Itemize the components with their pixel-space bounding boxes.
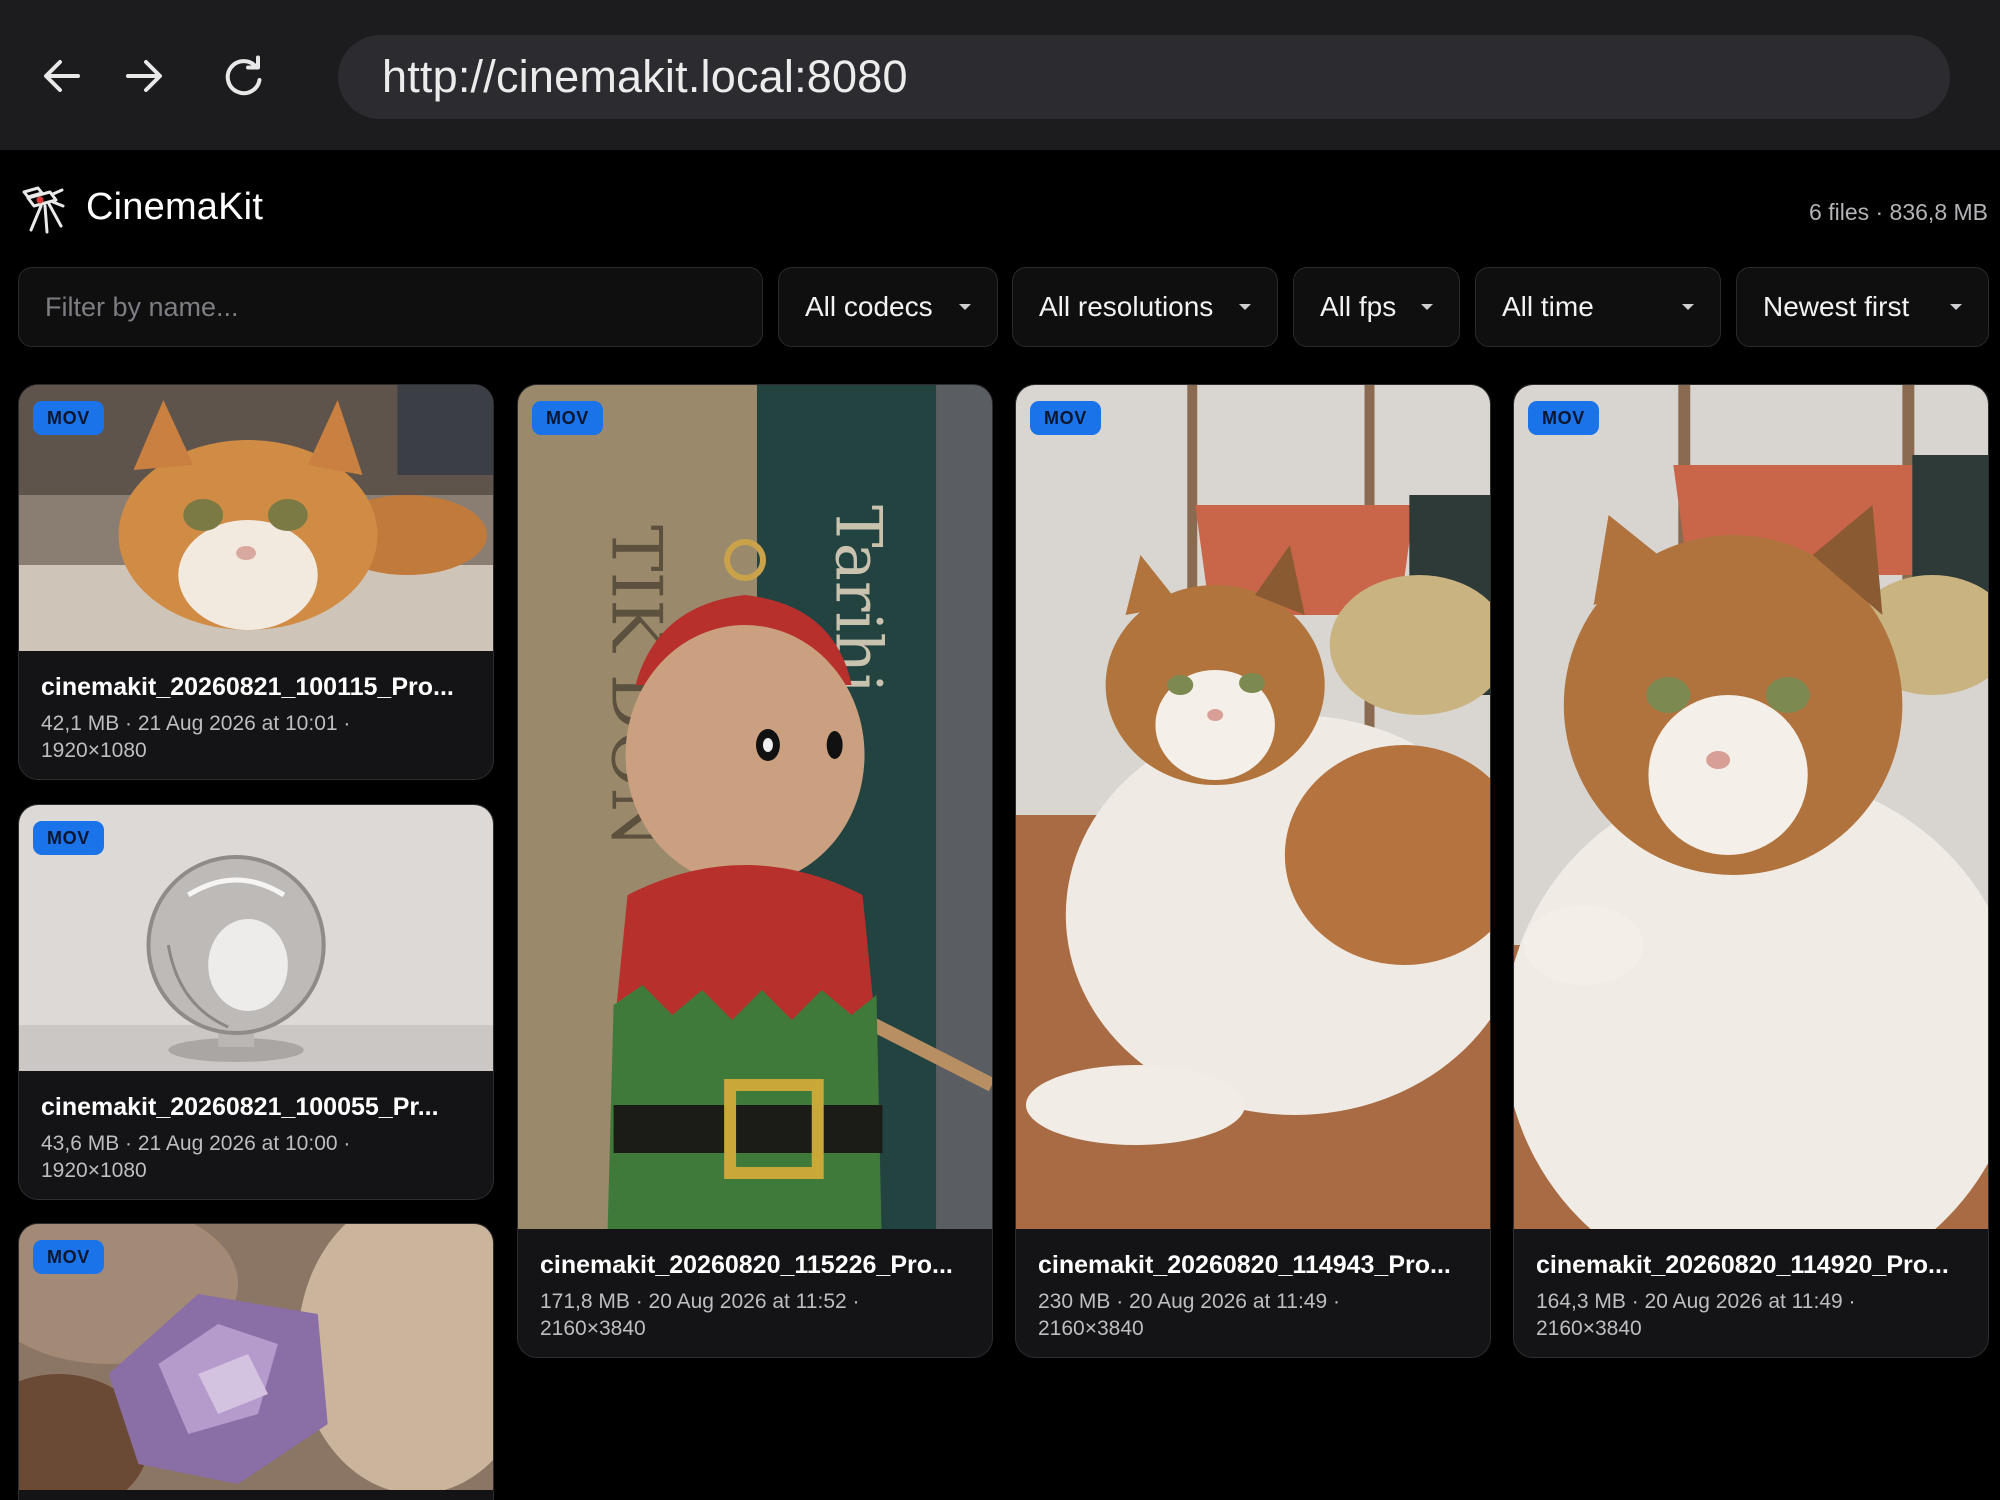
chevron-down-icon — [1950, 304, 1962, 310]
app-title: CinemaKit — [86, 186, 264, 228]
file-size-date: 42,1 MB · 21 Aug 2026 at 10:01 · — [41, 712, 351, 735]
filter-search-input[interactable] — [18, 267, 763, 347]
file-meta: 230 MB · 20 Aug 2026 at 11:49 · 2160×384… — [1038, 1288, 1472, 1342]
address-bar[interactable]: http://cinemakit.local:8080 — [338, 35, 1950, 119]
codec-badge: MOV — [532, 401, 603, 435]
file-meta: 42,1 MB · 21 Aug 2026 at 10:01 · 1920×10… — [41, 710, 475, 764]
codec-badge: MOV — [33, 401, 104, 435]
chevron-down-icon — [1421, 304, 1433, 310]
codec-badge: MOV — [33, 821, 104, 855]
codec-select[interactable]: All codecs — [778, 267, 998, 347]
arrow-left-icon — [44, 60, 80, 92]
reload-icon — [225, 55, 262, 96]
file-resolution: 2160×3840 — [1536, 1317, 1642, 1340]
sort-select-label: Newest first — [1763, 291, 1910, 322]
file-name: cinemakit_20260820_114920_Pro... — [1536, 1251, 1949, 1279]
chevron-down-icon — [959, 304, 971, 310]
codec-badge: MOV — [1528, 401, 1599, 435]
file-resolution: 1920×1080 — [41, 1159, 147, 1182]
resolution-select[interactable]: All resolutions — [1012, 267, 1278, 347]
codec-badge: MOV — [1030, 401, 1101, 435]
file-name: cinemakit_20260820_114943_Pro... — [1038, 1251, 1451, 1279]
camera-tripod-icon — [22, 186, 65, 234]
file-name: cinemakit_20260820_115226_Pro... — [540, 1251, 953, 1279]
video-card[interactable]: MOV cinemakit_20260820_114920_Pro... 164… — [1513, 384, 1989, 1358]
codec-badge: MOV — [33, 1240, 104, 1274]
video-card[interactable]: MOV cinemakit_20260820_114943_Pro... 230… — [1015, 384, 1491, 1358]
time-select-label: All time — [1502, 291, 1594, 322]
video-thumbnail — [1514, 385, 1988, 1229]
file-size-date: 43,6 MB · 21 Aug 2026 at 10:00 · — [41, 1132, 351, 1155]
file-size-date: 171,8 MB · 20 Aug 2026 at 11:52 · — [540, 1290, 860, 1313]
reload-button[interactable] — [212, 44, 276, 108]
file-size-date: 164,3 MB · 20 Aug 2026 at 11:49 · — [1536, 1290, 1856, 1313]
fps-select[interactable]: All fps — [1293, 267, 1460, 347]
url-text: http://cinemakit.local:8080 — [382, 51, 908, 102]
time-select[interactable]: All time — [1475, 267, 1721, 347]
video-thumbnail — [1016, 385, 1490, 1229]
files-summary: 6 files · 836,8 MB — [1809, 199, 1988, 225]
file-name: cinemakit_20260821_100115_Pro... — [41, 673, 454, 701]
chevron-down-icon — [1239, 304, 1251, 310]
codec-select-label: All codecs — [805, 291, 933, 322]
video-card[interactable]: MOV cinemakit_20260821_100055_Pr... 43,6… — [18, 804, 494, 1200]
fps-select-label: All fps — [1320, 291, 1397, 322]
video-card[interactable]: MOV — [18, 1223, 494, 1500]
file-name: cinemakit_20260821_100055_Pr... — [41, 1093, 439, 1121]
back-button[interactable] — [30, 44, 94, 108]
resolution-select-label: All resolutions — [1039, 291, 1214, 322]
file-resolution: 1920×1080 — [41, 739, 147, 762]
video-card[interactable]: MOV cinemakit_20260821_100115_Pro... 42,… — [18, 384, 494, 780]
video-thumbnail: TIK DON Tarihi — [518, 385, 992, 1229]
file-resolution: 2160×3840 — [540, 1317, 646, 1340]
file-meta: 43,6 MB · 21 Aug 2026 at 10:00 · 1920×10… — [41, 1130, 475, 1184]
file-size-date: 230 MB · 20 Aug 2026 at 11:49 · — [1038, 1290, 1340, 1313]
sort-select[interactable]: Newest first — [1736, 267, 1989, 347]
browser-toolbar: http://cinemakit.local:8080 — [0, 0, 2000, 150]
forward-button[interactable] — [112, 44, 176, 108]
file-meta: 171,8 MB · 20 Aug 2026 at 11:52 · 2160×3… — [540, 1288, 974, 1342]
arrow-right-icon — [126, 60, 162, 92]
file-meta: 164,3 MB · 20 Aug 2026 at 11:49 · 2160×3… — [1536, 1288, 1970, 1342]
file-resolution: 2160×3840 — [1038, 1317, 1144, 1340]
chevron-down-icon — [1682, 304, 1694, 310]
video-card[interactable]: TIK DON Tarihi MOV cinemakit_20260820_11… — [517, 384, 993, 1358]
